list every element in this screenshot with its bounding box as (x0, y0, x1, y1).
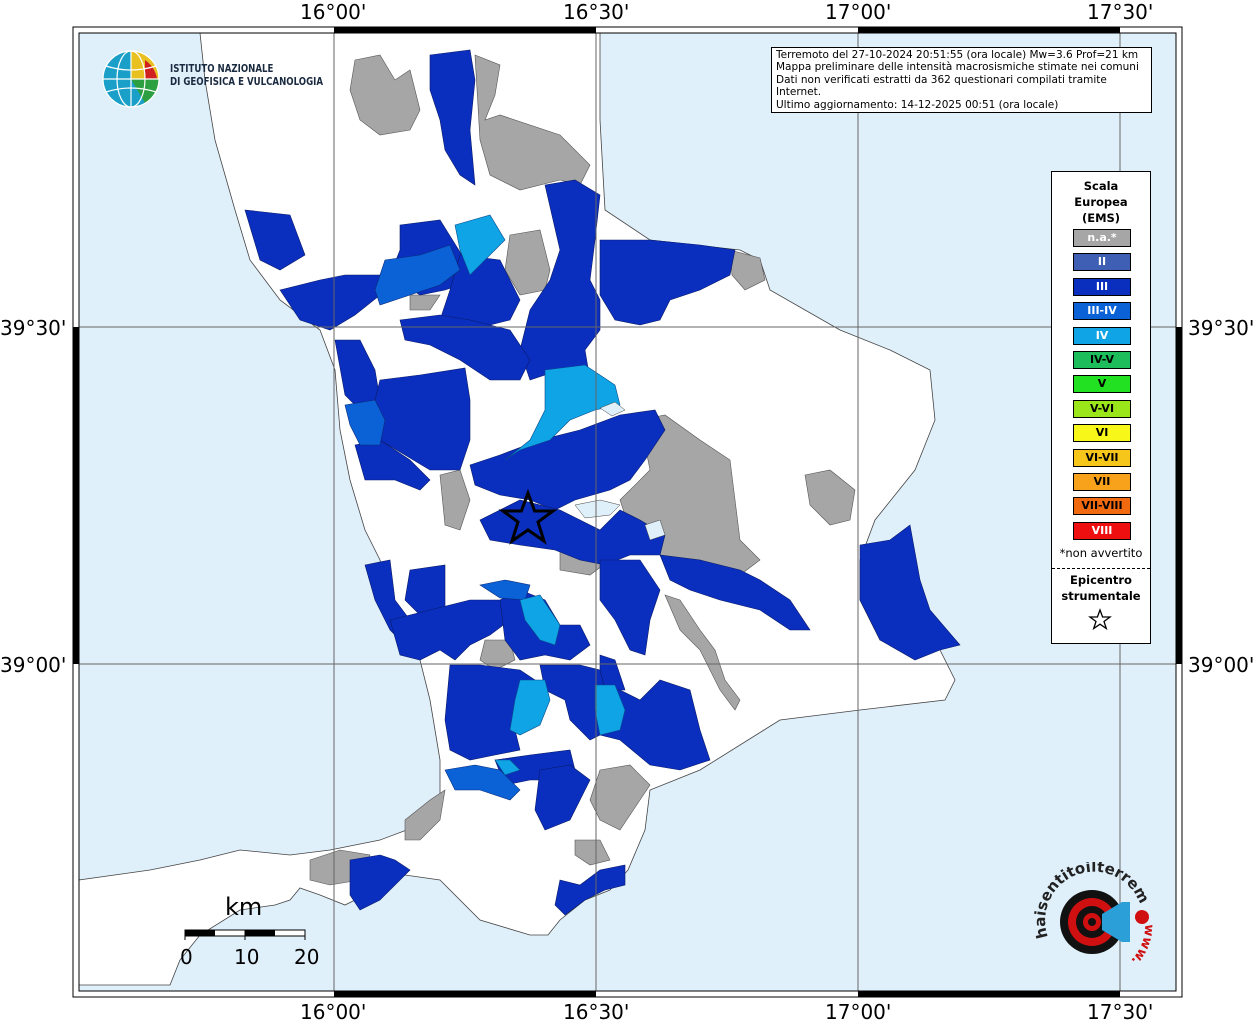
legend-title: Scala Europea (EMS) (1052, 178, 1150, 226)
scale-unit: km (225, 893, 262, 921)
lon-label-bottom-1: 16°00' (300, 1000, 367, 1024)
legend-swatch: VII (1073, 473, 1131, 491)
legend-swatch: IV-V (1073, 351, 1131, 369)
lat-label-left-1: 39°30' (0, 316, 67, 340)
lon-label-bottom-2: 16°30' (563, 1000, 630, 1024)
legend-swatch: III (1073, 277, 1131, 296)
haisentito-logo-icon: haisentitoilterremoto.it www. (1030, 862, 1157, 968)
lon-label-bottom-3: 17°00' (825, 1000, 892, 1024)
legend-title-line1: Scala (1083, 179, 1119, 193)
scale-label-20: 20 (294, 945, 319, 969)
legend-separator (1052, 568, 1150, 569)
info-line-data: Dati non verificati estratti da 362 ques… (776, 73, 1107, 99)
legend-title-line3: (EMS) (1081, 211, 1121, 225)
ingv-globe-icon (102, 50, 160, 108)
lat-label-right-1: 39°30' (1188, 316, 1254, 340)
info-line-map: Mappa preliminare delle intensità macros… (776, 61, 1139, 74)
lon-label-top-3: 17°00' (825, 0, 892, 24)
lat-label-right-2: 39°00' (1188, 653, 1254, 677)
institute-name: ISTITUTO NAZIONALE DI GEOFISICA E VULCAN… (170, 63, 323, 89)
legend-swatch: VI-VII (1073, 448, 1131, 467)
event-info-box: Terremoto del 27-10-2024 20:51:55 (ora l… (771, 47, 1152, 114)
logo-www-text: www. (1128, 924, 1157, 968)
scale-label-10: 10 (234, 945, 259, 969)
scale-bar: km 0 10 20 (180, 893, 319, 969)
legend-title-line2: Europea (1074, 195, 1128, 209)
lon-label-bottom-4: 17°30' (1087, 1000, 1154, 1024)
lat-label-left-2: 39°00' (0, 653, 67, 677)
legend-star-icon (1088, 608, 1112, 630)
institute-line1: ISTITUTO NAZIONALE (170, 63, 274, 75)
legend-swatch: IV (1073, 326, 1131, 345)
lon-label-top-1: 16°00' (300, 0, 367, 24)
legend-swatch: VI (1073, 424, 1131, 443)
lon-label-top-2: 16°30' (563, 0, 630, 24)
legend-swatch: III-IV (1073, 302, 1131, 321)
info-line-event: Terremoto del 27-10-2024 20:51:55 (ora l… (776, 49, 1139, 61)
legend-swatch: II (1073, 253, 1131, 272)
lon-label-top-4: 17°30' (1087, 0, 1154, 24)
legend-epicenter-label: Epicentro strumentale (1052, 572, 1150, 604)
institute-line2: DI GEOFISICA E VULCANOLOGIA (170, 76, 324, 88)
ems-legend: Scala Europea (EMS) n.a.* II III III-IV IV IV… (1051, 171, 1151, 644)
legend-epicenter-line1: Epicentro (1070, 573, 1132, 587)
scale-label-0: 0 (180, 945, 193, 969)
legend-swatch: V-VI (1073, 399, 1131, 418)
info-line-update: Ultimo aggiornamento: 14-12-2025 00:51 (… (776, 98, 1059, 111)
legend-note: *non avvertito (1059, 546, 1143, 560)
svg-text:www.: www. (1128, 924, 1157, 968)
legend-swatch: n.a.* (1073, 229, 1131, 247)
legend-swatch: VIII (1073, 521, 1131, 540)
legend-swatch: V (1073, 375, 1131, 394)
legend-epicenter-line2: strumentale (1061, 589, 1141, 603)
legend-swatch: VII-VIII (1073, 497, 1131, 516)
